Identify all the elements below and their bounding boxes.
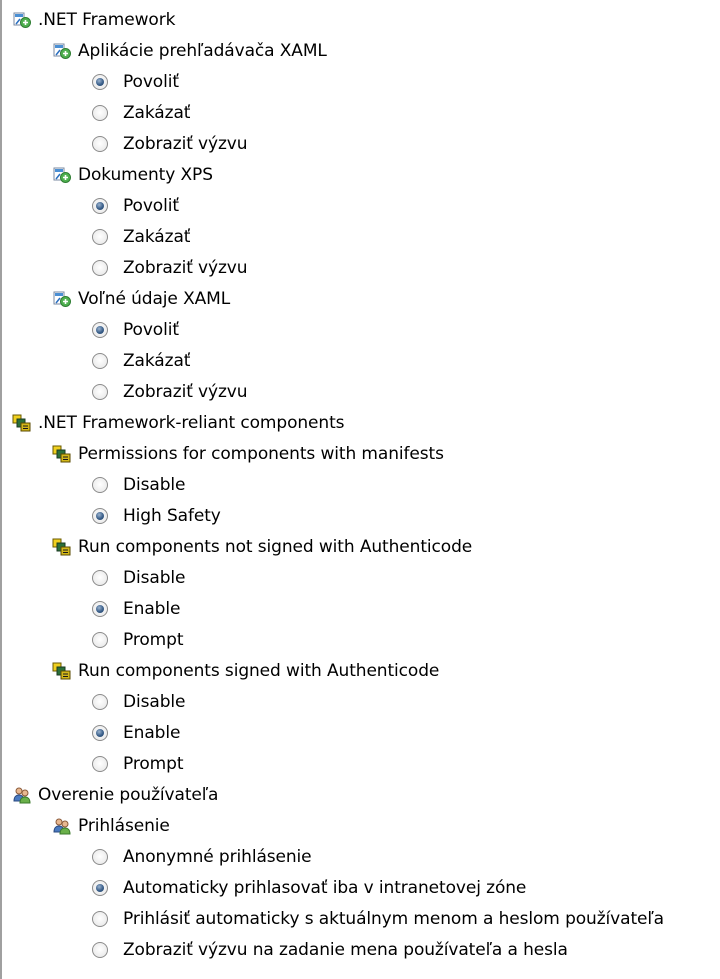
radio-button[interactable]	[92, 476, 108, 493]
setting-label: Aplikácie prehľadávača XAML	[78, 40, 327, 61]
radio-button[interactable]	[92, 259, 108, 276]
category-label: Overenie používateľa	[38, 784, 219, 805]
option-zakazat[interactable]: Zakázať	[0, 97, 720, 128]
option-label: Zakázať	[123, 226, 191, 247]
setting-label: Run components not signed with Authentic…	[78, 536, 473, 557]
setting-aplikacie-prehladavaca-xaml[interactable]: Aplikácie prehľadávača XAML	[0, 35, 720, 66]
option-label: Povoliť	[123, 71, 179, 92]
option-disable[interactable]: Disable	[0, 562, 720, 593]
radio-button[interactable]	[92, 631, 108, 648]
reliant-components-icon	[52, 537, 72, 557]
users-icon	[12, 785, 32, 805]
radio-button[interactable]	[92, 352, 108, 369]
setting-label: Voľné údaje XAML	[78, 288, 231, 309]
radio-button-selected[interactable]	[92, 197, 108, 214]
option-label: Zobraziť výzvu	[123, 257, 248, 278]
option-zobrazit-vyzvu[interactable]: Zobraziť výzvu	[0, 252, 720, 283]
option-label: Prihlásiť automaticky s aktuálnym menom …	[123, 908, 664, 929]
net-framework-icon	[52, 289, 72, 309]
option-zobrazit-vyzvu[interactable]: Zobraziť výzvu	[0, 128, 720, 159]
reliant-components-icon	[52, 444, 72, 464]
net-framework-icon	[52, 41, 72, 61]
radio-button[interactable]	[92, 135, 108, 152]
radio-button[interactable]	[92, 755, 108, 772]
radio-button[interactable]	[92, 383, 108, 400]
setting-label: Dokumenty XPS	[78, 164, 213, 185]
option-disable[interactable]: Disable	[0, 469, 720, 500]
option-label: Zakázať	[123, 102, 191, 123]
option-disable[interactable]: Disable	[0, 686, 720, 717]
option-label: Disable	[123, 474, 186, 495]
setting-label: Permissions for components with manifest…	[78, 443, 444, 464]
users-icon	[52, 816, 72, 836]
option-povolit[interactable]: Povoliť	[0, 66, 720, 97]
option-povolit[interactable]: Povoliť	[0, 314, 720, 345]
option-label: Zakázať	[123, 350, 191, 371]
category-net-framework[interactable]: .NET Framework	[0, 4, 720, 35]
net-framework-icon	[52, 165, 72, 185]
option-anonymne-prihlasenie[interactable]: Anonymné prihlásenie	[0, 841, 720, 872]
option-label: Prompt	[123, 753, 184, 774]
option-label: Zobraziť výzvu	[123, 381, 248, 402]
option-enable[interactable]: Enable	[0, 717, 720, 748]
option-zobrazit-vyzvu-na-zadanie-mena-pouzivatela-a-hesla[interactable]: Zobraziť výzvu na zadanie mena používate…	[0, 934, 720, 965]
option-zakazat[interactable]: Zakázať	[0, 221, 720, 252]
reliant-components-icon	[52, 661, 72, 681]
option-label: Zobraziť výzvu na zadanie mena používate…	[123, 939, 568, 960]
setting-prihlasenie[interactable]: Prihlásenie	[0, 810, 720, 841]
radio-button-selected[interactable]	[92, 321, 108, 338]
setting-dokumenty-xps[interactable]: Dokumenty XPS	[0, 159, 720, 190]
option-povolit[interactable]: Povoliť	[0, 190, 720, 221]
option-prihlasit-automaticky-s-aktualnym-menom-a-heslom-pouzivatela[interactable]: Prihlásiť automaticky s aktuálnym menom …	[0, 903, 720, 934]
radio-button-selected[interactable]	[92, 879, 108, 896]
radio-button-selected[interactable]	[92, 600, 108, 617]
option-label: Povoliť	[123, 319, 179, 340]
option-zobrazit-vyzvu[interactable]: Zobraziť výzvu	[0, 376, 720, 407]
option-prompt[interactable]: Prompt	[0, 624, 720, 655]
category-label: .NET Framework-reliant components	[38, 412, 345, 433]
security-settings-tree: .NET Framework Aplikácie prehľadávača XAM…	[0, 4, 720, 965]
option-label: High Safety	[123, 505, 221, 526]
category-label: .NET Framework	[38, 9, 176, 30]
option-label: Zobraziť výzvu	[123, 133, 248, 154]
radio-button[interactable]	[92, 228, 108, 245]
setting-volne-udaje-xaml[interactable]: Voľné údaje XAML	[0, 283, 720, 314]
option-label: Enable	[123, 722, 181, 743]
option-zakazat[interactable]: Zakázať	[0, 345, 720, 376]
setting-permissions-for-components-with-manifests[interactable]: Permissions for components with manifest…	[0, 438, 720, 469]
radio-button[interactable]	[92, 569, 108, 586]
category-overenie-pouzivatela[interactable]: Overenie používateľa	[0, 779, 720, 810]
radio-button-selected[interactable]	[92, 73, 108, 90]
reliant-components-icon	[12, 413, 32, 433]
option-prompt[interactable]: Prompt	[0, 748, 720, 779]
option-label: Disable	[123, 691, 186, 712]
setting-run-components-not-signed-with-authenticode[interactable]: Run components not signed with Authentic…	[0, 531, 720, 562]
option-high-safety[interactable]: High Safety	[0, 500, 720, 531]
net-framework-icon	[12, 10, 32, 30]
option-label: Anonymné prihlásenie	[123, 846, 312, 867]
option-label: Prompt	[123, 629, 184, 650]
radio-button[interactable]	[92, 941, 108, 958]
radio-button[interactable]	[92, 693, 108, 710]
radio-button[interactable]	[92, 910, 108, 927]
option-label: Disable	[123, 567, 186, 588]
option-label: Automaticky prihlasovať iba v intranetov…	[123, 877, 527, 898]
radio-button[interactable]	[92, 848, 108, 865]
option-automaticky-prihlasovat-iba-v-intranetovej-zone[interactable]: Automaticky prihlasovať iba v intranetov…	[0, 872, 720, 903]
option-enable[interactable]: Enable	[0, 593, 720, 624]
radio-button[interactable]	[92, 104, 108, 121]
setting-label: Prihlásenie	[78, 815, 170, 836]
option-label: Enable	[123, 598, 181, 619]
setting-run-components-signed-with-authenticode[interactable]: Run components signed with Authenticode	[0, 655, 720, 686]
radio-button-selected[interactable]	[92, 507, 108, 524]
category-net-framework-reliant-components[interactable]: .NET Framework-reliant components	[0, 407, 720, 438]
setting-label: Run components signed with Authenticode	[78, 660, 440, 681]
radio-button-selected[interactable]	[92, 724, 108, 741]
option-label: Povoliť	[123, 195, 179, 216]
